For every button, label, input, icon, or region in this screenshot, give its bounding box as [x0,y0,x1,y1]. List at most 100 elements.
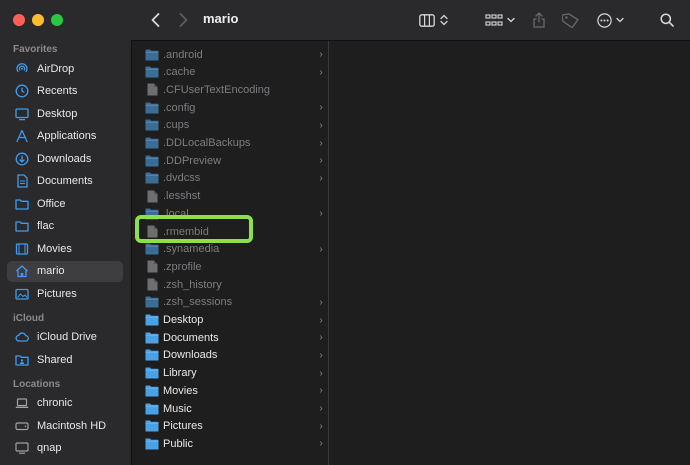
sidebar-item-downloads[interactable]: Downloads [7,148,123,169]
sidebar-item-label: qnap [37,442,62,454]
file-row[interactable]: .CFUserTextEncoding [132,81,328,98]
folder-row[interactable]: Pictures › [132,418,328,435]
item-name: Music [163,402,192,415]
search-button[interactable] [657,10,677,30]
close-button[interactable] [13,14,25,26]
chevron-right-icon: › [319,314,323,326]
folder-row[interactable]: .DDPreview › [132,152,328,169]
item-name: Downloads [163,349,218,362]
folder-icon [145,438,159,450]
desktop-icon [15,107,29,121]
chevron-right-icon: › [319,403,323,414]
highlight-annotation [135,215,253,243]
folder-icon [145,119,159,131]
folder-icon [15,219,29,233]
item-name: .android [163,48,203,61]
back-button[interactable] [147,10,163,30]
folder-row[interactable]: .android › [132,46,328,63]
window-title: mario [203,11,239,26]
file-row[interactable]: .zsh_history [132,276,328,293]
sidebar-item-documents[interactable]: Documents [7,171,123,192]
folder-icon [145,66,159,78]
sidebar-item-shared[interactable]: Shared [7,349,123,370]
forward-button[interactable] [175,10,191,30]
sidebar-item-desktop[interactable]: Desktop [7,103,123,124]
photo-icon [15,287,29,301]
folder-icon [145,332,159,344]
folder-row[interactable]: .DDLocalBackups › [132,135,328,152]
chevron-right-icon [179,13,187,27]
sidebar-item-icloud-drive[interactable]: iCloud Drive [7,327,123,348]
chevron-right-icon: › [319,438,323,450]
item-name: .config [163,101,196,114]
sidebar-section-title: Locations [13,378,61,390]
item-name: .CFUserTextEncoding [163,83,270,96]
file-icon [145,83,159,96]
applications-icon [15,129,29,143]
download-icon [15,152,29,166]
tag-button[interactable] [559,10,581,30]
sidebar-item-flac[interactable]: flac [7,216,123,237]
sidebar-item-label: Shared [37,353,73,366]
sidebar-item-movies[interactable]: Movies [7,238,123,259]
sidebar-item-label: Movies [37,242,72,255]
item-name: Public [163,437,193,450]
minimize-button[interactable] [32,14,44,26]
chevron-right-icon: › [319,243,323,255]
chevron-right-icon: › [319,420,323,432]
item-name: .DDPreview [163,154,222,167]
sidebar-item-chronic[interactable]: chronic [7,393,123,414]
sidebar-item-label: Applications [37,130,97,142]
item-name: .zsh_sessions [163,296,233,309]
airdrop-icon [15,62,29,76]
folder-icon [145,403,159,415]
folder-row[interactable]: .synamedia › [132,241,328,258]
item-name: .zsh_history [163,278,222,291]
more-actions-button[interactable] [595,10,625,30]
chevron-right-icon: › [319,119,323,131]
item-name: Library [163,367,197,380]
cloud-icon [15,330,29,344]
file-row[interactable]: .lesshst [132,188,328,205]
folder-row[interactable]: .zsh_sessions › [132,294,328,311]
zoom-button[interactable] [51,14,63,26]
chevron-right-icon: › [319,367,323,379]
view-mode-button[interactable] [416,11,450,29]
share-button[interactable] [530,10,548,30]
chevron-right-icon: › [319,332,323,344]
chevron-right-icon: › [319,296,323,308]
sidebar-item-office[interactable]: Office [7,193,123,214]
sidebar-item-pictures[interactable]: Pictures [7,283,123,304]
sidebar-item-recents[interactable]: Recents [7,81,123,102]
folder-row[interactable]: Documents › [132,329,328,346]
chevron-right-icon: › [319,172,323,184]
sidebar-item-label: iCloud Drive [37,331,97,343]
item-name: .cups [163,119,190,132]
item-name: .DDLocalBackups [163,137,251,149]
folder-row[interactable]: Downloads › [132,347,328,364]
folder-row[interactable]: Desktop › [132,312,328,329]
finder-window: Favorites AirDrop Recents Desktop Applicatio… [0,0,690,465]
sidebar-item-label: Documents [37,175,93,187]
folder-row[interactable]: .cups › [132,117,328,134]
folder-icon [145,172,159,184]
display-icon [15,441,29,455]
folder-row[interactable]: .dvdcss › [132,170,328,187]
file-row[interactable]: .zprofile [132,258,328,275]
folder-row[interactable]: Public › [132,435,328,452]
folder-row[interactable]: Music › [132,400,328,417]
folder-row[interactable]: Movies › [132,382,328,399]
folder-icon [145,385,159,397]
sidebar-item-airdrop[interactable]: AirDrop [7,58,123,79]
group-button[interactable] [483,11,517,29]
sidebar-item-label: Macintosh HD [37,419,107,432]
folder-row[interactable]: .cache › [132,64,328,81]
film-icon [15,242,29,256]
chevron-down-icon [507,17,515,23]
folder-row[interactable]: Library › [132,365,328,382]
sidebar-item-qnap[interactable]: qnap [7,438,123,459]
sidebar-item-mario[interactable]: mario [7,260,123,282]
sidebar-item-applications[interactable]: Applications [7,126,123,147]
sidebar-item-macintosh-hd[interactable]: Macintosh HD [7,415,123,436]
folder-row[interactable]: .config › [132,99,328,116]
